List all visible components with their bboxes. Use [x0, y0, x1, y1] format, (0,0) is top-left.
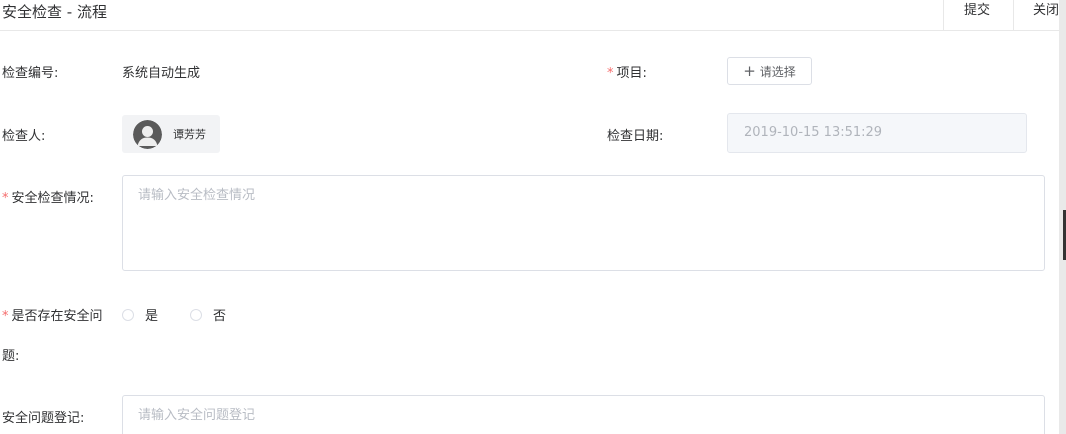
- inspector-label: 检查人:: [2, 129, 46, 144]
- check-date-label: 检查日期:: [607, 129, 664, 144]
- inspector-chip: 谭芳芳: [122, 115, 220, 153]
- inspector-name: 谭芳芳: [173, 128, 206, 141]
- project-label-text: 项目:: [616, 66, 647, 81]
- issue-register-textarea[interactable]: [122, 395, 1045, 434]
- situation-label: * 安全检查情况:: [2, 187, 94, 206]
- page-header: 安全检查 - 流程 提交 关闭: [0, 0, 1060, 31]
- check-date-field: 2019-10-15 13:51:29: [727, 113, 1027, 153]
- radio-circle-icon: [190, 308, 202, 321]
- plus-icon: +: [743, 61, 756, 80]
- radio-yes[interactable]: 是: [122, 305, 158, 324]
- project-select-button[interactable]: + 请选择: [727, 57, 812, 85]
- safety-check-page: 安全检查 - 流程 提交 关闭 检查编号: 系统自动生成 * 项目: + 请选择 …: [0, 0, 1066, 434]
- required-mark: *: [2, 191, 9, 206]
- has-issue-label-text: 是否存在安全问: [11, 309, 103, 324]
- project-label: * 项目:: [607, 62, 647, 81]
- has-issue-label-line2: 题:: [2, 349, 20, 364]
- situation-textarea[interactable]: [122, 175, 1045, 271]
- has-issue-label: * 是否存在安全问: [2, 305, 103, 324]
- required-mark: *: [2, 309, 9, 324]
- radio-no[interactable]: 否: [190, 305, 226, 324]
- radio-yes-label: 是: [145, 309, 159, 324]
- page-title: 安全检查 - 流程: [2, 3, 107, 21]
- submit-button[interactable]: 提交: [943, 0, 1013, 30]
- avatar-icon: [133, 120, 162, 149]
- radio-circle-icon: [122, 308, 134, 321]
- required-mark: *: [607, 66, 614, 81]
- issue-register-label: 安全问题登记:: [2, 411, 85, 426]
- check-no-value: 系统自动生成: [122, 66, 201, 81]
- check-no-label: 检查编号:: [2, 66, 59, 81]
- situation-label-text: 安全检查情况:: [11, 191, 94, 206]
- radio-no-label: 否: [213, 309, 227, 324]
- project-select-label: 请选择: [759, 64, 796, 79]
